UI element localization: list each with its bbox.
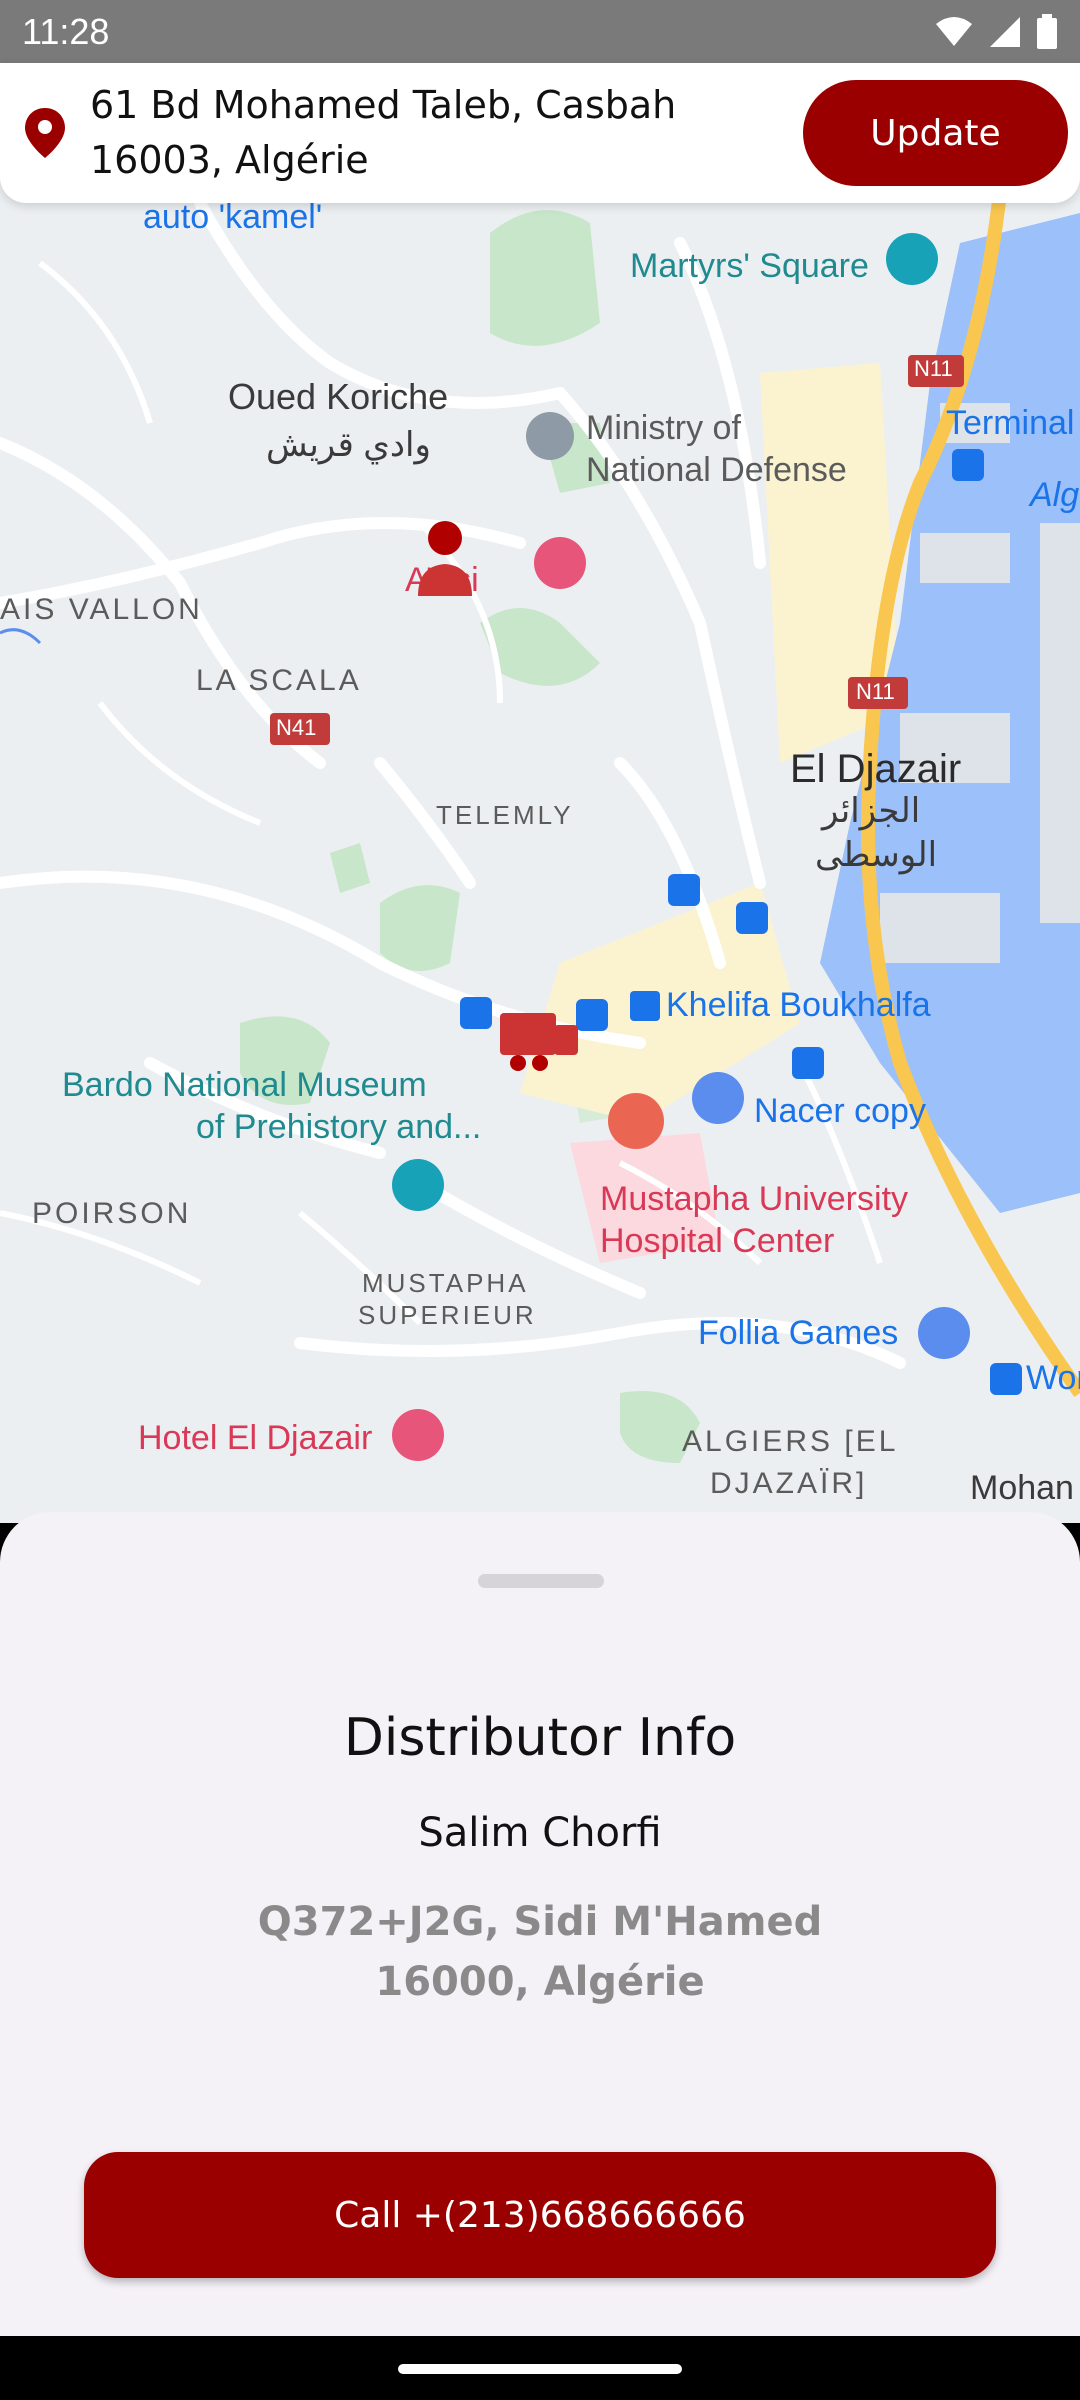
map-label-ministry: Ministry of	[586, 409, 741, 447]
map-label-mustapha-sup-1: MUSTAPHA	[362, 1268, 529, 1298]
map-label-n11-top: N11	[914, 356, 953, 381]
map-label-ais-vallon: AIS VALLON	[0, 593, 203, 626]
status-time: 11:28	[22, 10, 110, 52]
user-location-icon[interactable]	[410, 518, 480, 598]
map-label-mustapha-hospital-2: Hospital Center	[600, 1222, 835, 1260]
address-header: 61 Bd Mohamed Taleb, Casbah 16003, Algér…	[0, 63, 1080, 203]
map-label-mohan: Mohan	[970, 1469, 1074, 1507]
location-pin-icon	[20, 103, 70, 163]
map-label-telemly: TELEMLY	[436, 800, 574, 830]
distributor-name: Salim Chorfi	[418, 1810, 662, 1856]
map-label-la-scala: LA SCALA	[196, 664, 362, 697]
map-label-bardo-1: Bardo National Museum	[62, 1066, 427, 1104]
map-label-algiers-2: DJAZAÏR]	[710, 1467, 868, 1500]
map-view[interactable]: auto 'kamel' Martyrs' Square Oued Korich…	[0, 63, 1080, 1523]
map-label-n41: N41	[276, 715, 317, 740]
status-bar: 11:28	[0, 0, 1080, 63]
sheet-drag-handle[interactable]	[478, 1574, 604, 1588]
map-label-mustapha-hospital-1: Mustapha University	[600, 1180, 909, 1218]
signal-icon	[990, 16, 1020, 47]
map-label-khelifa: Khelifa Boukhalfa	[666, 986, 931, 1024]
call-button[interactable]: Call +(213)668666666	[84, 2152, 996, 2278]
map-label-nacer: Nacer copy	[754, 1092, 926, 1130]
map-label-terminal: Terminal	[946, 404, 1075, 442]
map-label-el-djazair-ar1: الجزائر	[822, 792, 921, 830]
map-label-follia: Follia Games	[698, 1314, 899, 1352]
map-label-n11-mid: N11	[856, 679, 895, 704]
map-label-oued-koriche-ar: وادي قريش	[266, 426, 431, 464]
distributor-address: Q372+J2G, Sidi M'Hamed 16000, Algérie	[257, 1899, 823, 2005]
home-gesture-handle[interactable]	[398, 2364, 682, 2374]
map-label-algiers-1: ALGIERS [EL	[682, 1425, 899, 1458]
distributor-bottom-sheet: Distributor Info Salim Chorfi Q372+J2G, …	[0, 1512, 1080, 2336]
map-label-bardo-2: of Prehistory and...	[196, 1108, 482, 1146]
map-label-wor: Wor	[1026, 1359, 1080, 1397]
delivery-truck-icon[interactable]	[496, 1009, 582, 1075]
map-label-alg: Alg	[1030, 476, 1080, 514]
map-label-el-djazair: El Djazair	[790, 747, 962, 791]
map-label-auto-kamel: auto 'kamel'	[143, 198, 323, 236]
map-label-martyrs-square: Martyrs' Square	[630, 247, 869, 285]
current-address: 61 Bd Mohamed Taleb, Casbah 16003, Algér…	[90, 82, 677, 182]
map-label-hotel: Hotel El Djazair	[138, 1419, 373, 1457]
map-label-mustapha-sup-2: SUPERIEUR	[358, 1300, 537, 1330]
map-label-oued-koriche: Oued Koriche	[228, 376, 449, 417]
update-button[interactable]: Update	[803, 80, 1068, 186]
status-icons	[934, 13, 1058, 50]
map-label-el-djazair-ar2: الوسطى	[815, 836, 938, 874]
map-label-ministry-2: National Defense	[586, 451, 847, 489]
system-nav-bar	[0, 2336, 1080, 2400]
sheet-title: Distributor Info	[343, 1708, 737, 1768]
wifi-icon	[936, 16, 972, 46]
battery-icon	[1037, 13, 1057, 49]
map-label-poirson: POIRSON	[32, 1197, 192, 1230]
